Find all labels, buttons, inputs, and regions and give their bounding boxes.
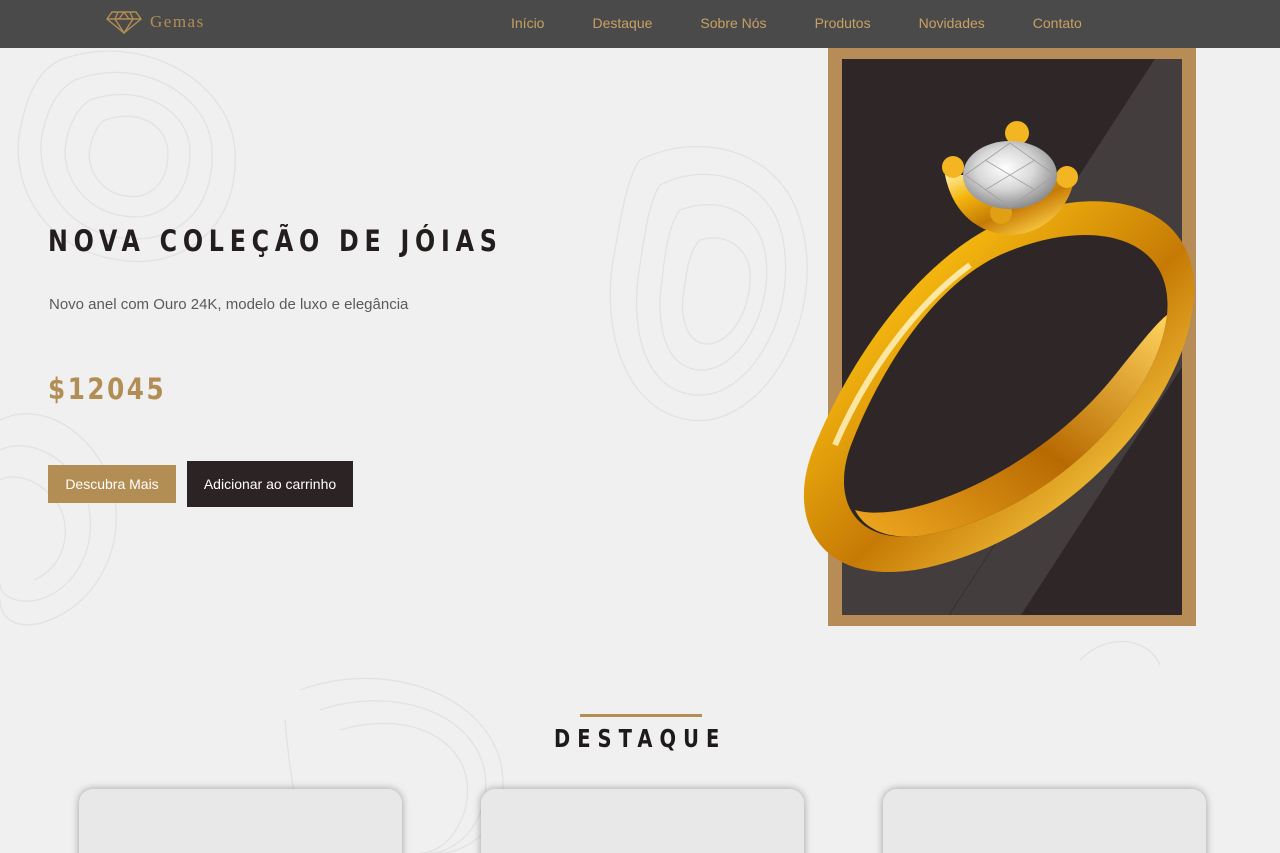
nav-item-inicio[interactable]: Início [511, 15, 544, 31]
brand-logo[interactable]: Gemas [106, 10, 205, 34]
gold-ring-image [803, 121, 1194, 573]
add-to-cart-button[interactable]: Adicionar ao carrinho [187, 461, 353, 507]
hero-title: NOVA COLEÇÃO DE JÓIAS [48, 224, 503, 258]
section-title-destaque: DESTAQUE [554, 724, 727, 753]
diamond-icon [106, 10, 142, 34]
top-navbar: Gemas Início Destaque Sobre Nós Produtos… [0, 0, 1280, 48]
nav-item-novidades[interactable]: Novidades [919, 15, 985, 31]
featured-card[interactable] [883, 789, 1206, 853]
section-divider [580, 714, 702, 717]
featured-card[interactable] [481, 789, 804, 853]
brand-name: Gemas [150, 12, 205, 31]
nav-item-sobre[interactable]: Sobre Nós [700, 15, 766, 31]
hero-subtitle: Novo anel com Ouro 24K, modelo de luxo e… [49, 296, 409, 313]
nav-item-produtos[interactable]: Produtos [815, 15, 871, 31]
product-price: $12045 [48, 372, 167, 406]
discover-more-button[interactable]: Descubra Mais [48, 465, 176, 503]
main-nav: Início Destaque Sobre Nós Produtos Novid… [511, 15, 1082, 31]
nav-item-contato[interactable]: Contato [1033, 15, 1082, 31]
nav-item-destaque[interactable]: Destaque [592, 15, 652, 31]
featured-card[interactable] [79, 789, 402, 853]
